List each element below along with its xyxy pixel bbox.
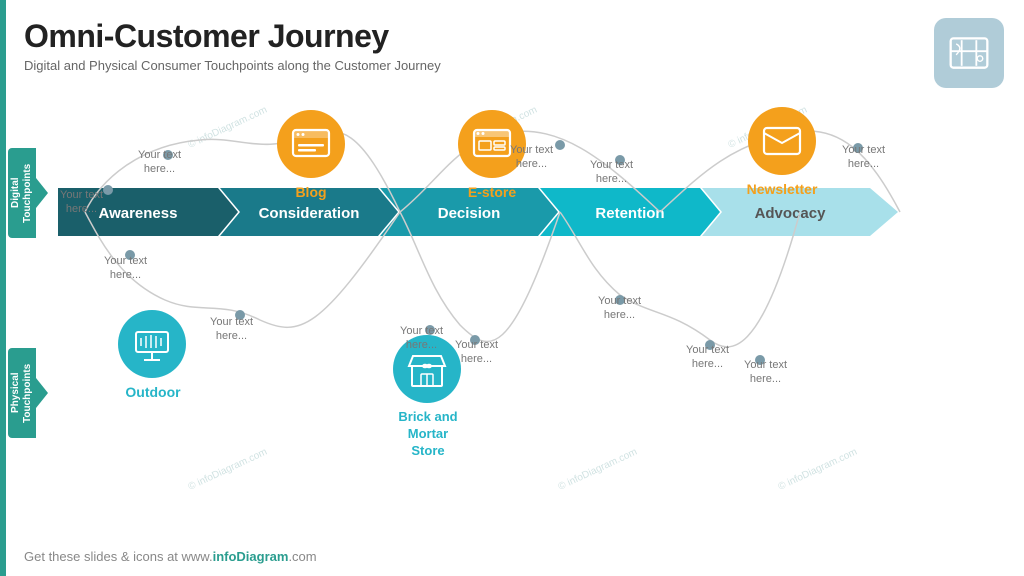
estore-icon xyxy=(472,126,512,162)
svg-text:Awareness: Awareness xyxy=(99,205,178,222)
annotation-p3: Your texthere... xyxy=(400,324,443,353)
outdoor-label: Outdoor xyxy=(108,384,198,400)
newsletter-label: Newsletter xyxy=(730,181,834,197)
annotation-p4: Your texthere... xyxy=(455,338,498,367)
page-title: Omni-Customer Journey xyxy=(24,18,924,55)
svg-text:Decision: Decision xyxy=(438,205,501,222)
svg-text:Advocacy: Advocacy xyxy=(755,205,827,222)
svg-text:© infoDiagram.com: © infoDiagram.com xyxy=(777,447,859,493)
svg-text:© infoDiagram.com: © infoDiagram.com xyxy=(187,447,269,493)
blog-icon-circle xyxy=(277,110,345,178)
physical-touchpoints-label: PhysicalTouchpoints xyxy=(8,348,36,438)
annotation-d2: Your texthere... xyxy=(138,148,181,177)
map-icon-container xyxy=(934,18,1004,88)
svg-text:© infoDiagram.com: © infoDiagram.com xyxy=(187,105,269,151)
annotation-d5: Your texthere... xyxy=(842,143,885,172)
annotation-p1: Your texthere... xyxy=(104,254,147,283)
physical-label-arrow xyxy=(36,378,48,408)
digital-label-arrow xyxy=(36,178,48,208)
blog-icon xyxy=(291,126,331,162)
blog-label: Blog xyxy=(266,184,356,200)
svg-text:© infoDiagram.com: © infoDiagram.com xyxy=(557,447,639,493)
annotation-p2: Your texthere... xyxy=(210,315,253,344)
newsletter-icon-circle xyxy=(748,107,816,175)
main-svg: © infoDiagram.com © infoDiagram.com © in… xyxy=(0,0,1024,576)
annotation-p6: Your texthere... xyxy=(686,343,729,372)
outdoor-icon-circle xyxy=(118,310,186,378)
header: Omni-Customer Journey Digital and Physic… xyxy=(24,18,924,73)
annotation-d1: Your texthere... xyxy=(60,188,103,217)
newsletter-icon xyxy=(762,125,802,157)
annotation-p7: Your texthere... xyxy=(744,358,787,387)
estore-label: E-store xyxy=(447,184,537,200)
annotation-p5: Your texthere... xyxy=(598,294,641,323)
digital-touchpoints-label: DigitalTouchpoints xyxy=(8,148,36,238)
svg-text:Retention: Retention xyxy=(595,205,664,222)
outdoor-icon xyxy=(132,326,172,362)
annotation-d4: Your texthere... xyxy=(590,158,633,187)
footer: Get these slides & icons at www.infoDiag… xyxy=(24,549,317,564)
svg-text:Consideration: Consideration xyxy=(259,205,360,222)
page-subtitle: Digital and Physical Consumer Touchpoint… xyxy=(24,58,924,73)
annotation-d3: Your texthere... xyxy=(510,143,553,172)
store-label: Brick and MortarStore xyxy=(380,409,476,460)
left-accent-bar xyxy=(0,0,6,576)
store-icon xyxy=(407,350,447,388)
map-icon xyxy=(947,31,991,75)
